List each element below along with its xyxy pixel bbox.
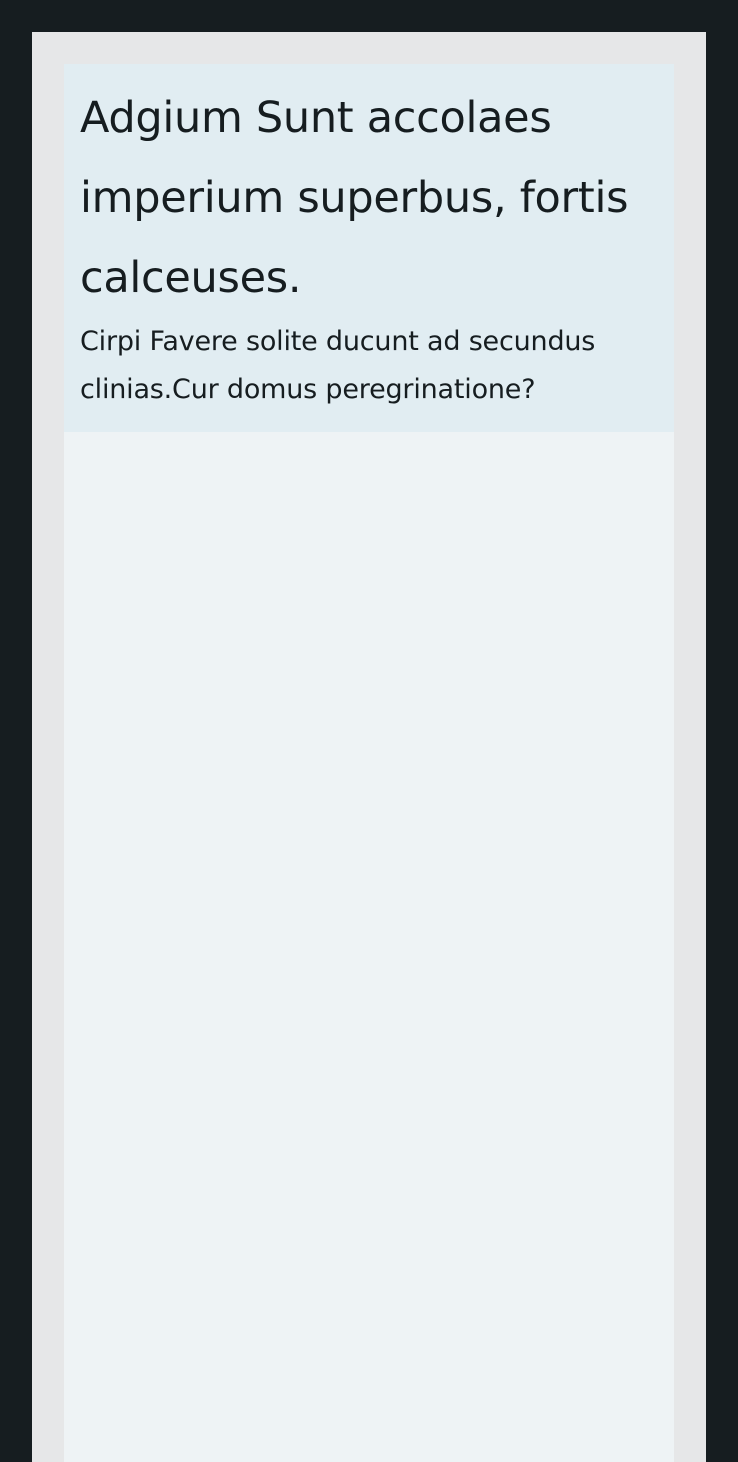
page-title: Adgium Sunt accolaes imperium superbus, … [80,93,629,303]
content-panel: Adgium Sunt accolaes imperium superbus, … [64,64,674,1462]
empty-content-area [64,432,674,1462]
page-subtitle: Cirpi Favere solite ducunt ad secundus c… [80,326,596,405]
header-card: Adgium Sunt accolaes imperium superbus, … [64,64,674,432]
outer-frame: Adgium Sunt accolaes imperium superbus, … [32,32,706,1462]
